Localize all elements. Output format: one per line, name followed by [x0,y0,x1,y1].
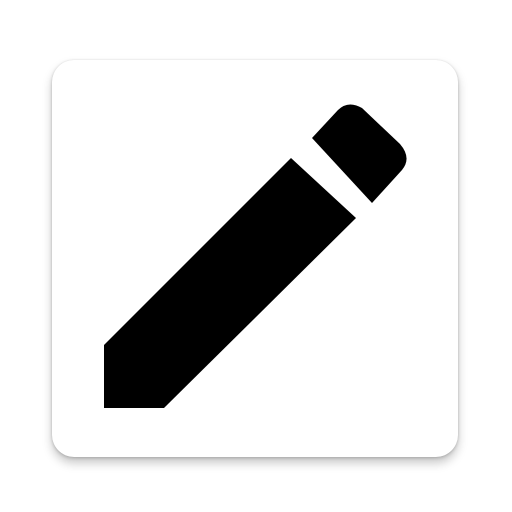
icon-canvas [0,0,512,512]
pencil-icon [104,104,407,408]
pencil-eraser [312,104,407,203]
pencil-body [104,158,356,408]
